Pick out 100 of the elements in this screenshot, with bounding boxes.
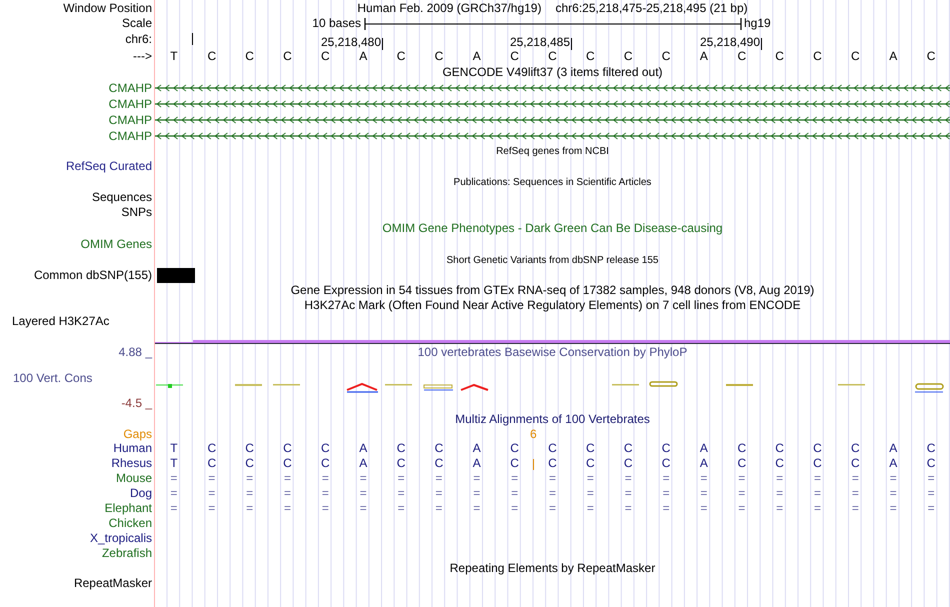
- strand-label[interactable]: --->: [133, 48, 152, 64]
- alignment-base: C: [662, 441, 670, 456]
- alignment-base: =: [890, 501, 897, 516]
- tick-label: 25,218,490: [700, 35, 760, 50]
- tick-mark: [761, 38, 762, 50]
- alignment-base: C: [586, 441, 595, 456]
- axis-min-label[interactable]: -4.5 _: [121, 396, 152, 410]
- track-label[interactable]: Common dbSNP(155): [34, 268, 152, 283]
- alignment-base: C: [321, 456, 330, 471]
- gene-feature[interactable]: [155, 132, 950, 140]
- alignment-base: C: [926, 456, 936, 471]
- track-title: Short Genetic Variants from dbSNP release 155: [446, 254, 658, 268]
- species-label[interactable]: Elephant: [104, 501, 152, 516]
- track-title: H3K27Ac Mark (Often Found Near Active Regulatory Elements) on 7 cell lines from ENCODE: [304, 298, 801, 313]
- gene-label[interactable]: CMAHP: [108, 80, 152, 96]
- alignment-base: =: [511, 486, 518, 501]
- alignment-base: C: [737, 441, 746, 456]
- alignment-base: =: [928, 501, 935, 516]
- alignment-base: =: [776, 501, 784, 516]
- alignment-base: C: [207, 456, 216, 471]
- alignment-base: =: [700, 486, 708, 501]
- alignment-base: =: [511, 501, 518, 516]
- track-label[interactable]: OMIM Genes: [80, 236, 152, 252]
- alignment-base: C: [396, 441, 406, 456]
- gene-feature[interactable]: [155, 84, 950, 92]
- tick-label: 25,218,480: [320, 35, 381, 50]
- track-label[interactable]: Window Position: [63, 0, 152, 16]
- alignment-base: =: [246, 486, 254, 501]
- gene-label[interactable]: CMAHP: [108, 112, 152, 128]
- alignment-base: =: [246, 471, 254, 486]
- alignment-base: =: [890, 471, 897, 486]
- alignment-base: =: [473, 486, 480, 501]
- base-letter: A: [359, 48, 368, 64]
- alignment-base: =: [662, 471, 670, 486]
- track-title: Publications: Sequences in Scientific Articles: [454, 176, 652, 190]
- track-title: GENCODE V49lift37 (3 items filtered out): [442, 64, 663, 80]
- species-label[interactable]: Dog: [130, 486, 152, 501]
- track-label[interactable]: RepeatMasker: [74, 576, 152, 590]
- alignment-base: C: [434, 441, 444, 456]
- track-title: Gene Expression in 54 tissues from GTEx RNA-seq of 17382 samples, 948 donors (V8, Aug 2019): [290, 283, 814, 298]
- alignment-base: =: [360, 486, 367, 501]
- alignment-base: =: [511, 471, 518, 486]
- alignment-base: =: [700, 471, 708, 486]
- alignment-base: C: [510, 441, 519, 456]
- gene-feature[interactable]: [155, 116, 950, 124]
- track-label[interactable]: Layered H3K27Ac: [12, 314, 110, 329]
- species-label[interactable]: Zebrafish: [102, 546, 152, 561]
- alignment-base: =: [435, 501, 442, 516]
- species-label[interactable]: Mouse: [116, 471, 152, 486]
- species-label[interactable]: Human: [113, 441, 152, 456]
- track-label[interactable]: chr6:: [125, 32, 152, 47]
- alignment-base: =: [246, 501, 254, 516]
- alignment-base: =: [662, 486, 670, 501]
- alignment-base: =: [624, 486, 632, 501]
- species-label[interactable]: Rhesus: [111, 456, 152, 471]
- track-label[interactable]: 100 Vert. Cons: [13, 370, 92, 386]
- base-letter: A: [889, 48, 898, 64]
- alignment-base: C: [851, 441, 860, 456]
- alignment-base: =: [208, 486, 216, 501]
- base-letter: C: [434, 48, 444, 64]
- base-letter: C: [510, 48, 519, 64]
- species-label[interactable]: Chicken: [108, 516, 152, 531]
- tick-mark: [192, 33, 193, 45]
- alignment-base: =: [208, 471, 216, 486]
- alignment-base: C: [548, 441, 557, 456]
- gene-label[interactable]: CMAHP: [108, 96, 152, 112]
- track-label[interactable]: Scale: [122, 16, 152, 31]
- alignment-base: =: [738, 486, 746, 501]
- alignment-base: =: [170, 501, 178, 516]
- alignment-base: =: [360, 501, 367, 516]
- gap-count: 6: [530, 427, 537, 442]
- axis-max-label[interactable]: 4.88 _: [118, 345, 152, 360]
- alignment-base: C: [851, 456, 860, 471]
- alignment-base: =: [852, 486, 859, 501]
- alignment-base: =: [284, 501, 291, 516]
- alignment-base: C: [396, 456, 406, 471]
- alignment-base: C: [245, 441, 254, 456]
- base-letter: C: [548, 48, 557, 64]
- alignment-base: =: [170, 486, 178, 501]
- alignment-base: A: [359, 441, 368, 456]
- track-label[interactable]: Sequences: [92, 190, 152, 205]
- tick-label: 25,218,485: [510, 35, 570, 50]
- alignment-base: A: [700, 441, 708, 456]
- gene-feature[interactable]: [155, 100, 950, 108]
- species-label[interactable]: X_tropicalis: [90, 531, 152, 546]
- track-title: Repeating Elements by RepeatMasker: [450, 560, 656, 576]
- gene-label[interactable]: CMAHP: [108, 128, 152, 144]
- alignment-base: =: [435, 471, 442, 486]
- track-label[interactable]: RefSeq Curated: [66, 158, 152, 174]
- assembly-title: Human Feb. 2009 (GRCh37/hg19): [357, 0, 542, 16]
- alignment-base: C: [775, 456, 784, 471]
- track-label[interactable]: SNPs: [121, 205, 152, 220]
- alignment-base: =: [586, 471, 594, 486]
- alignment-base: C: [245, 456, 254, 471]
- alignment-base: =: [284, 486, 291, 501]
- alignment-base: =: [170, 471, 178, 486]
- base-letter: A: [700, 48, 708, 64]
- tick-mark: [571, 38, 572, 50]
- alignment-base: C: [813, 456, 822, 471]
- alignment-base: C: [283, 441, 292, 456]
